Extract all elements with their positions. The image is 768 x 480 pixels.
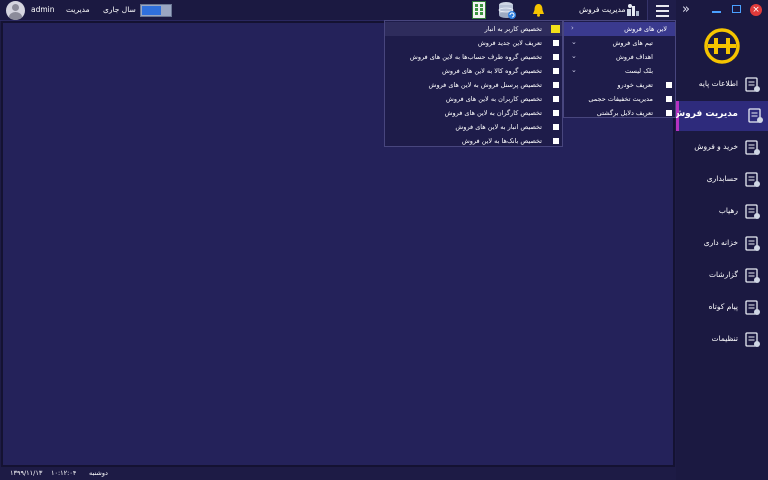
menu-item-1[interactable]: تیم های فروش ⌄ — [564, 36, 675, 50]
submenu-item-label: تخصیص کاربر به انبار — [484, 25, 542, 33]
submenu-item-label: تخصیص گروه طرف حساب‌ها به لاین های فروش — [409, 53, 542, 61]
year-label: سال جاری — [103, 5, 136, 14]
sidebar-item-1[interactable]: مدیریت فروش — [672, 101, 768, 131]
sms-icon — [745, 300, 760, 315]
sales-management-icon — [748, 108, 763, 123]
sidebar-item-label: حسابداری — [706, 174, 738, 183]
sidebar-item-6[interactable]: گزارشات — [676, 261, 768, 291]
menu-item-3[interactable]: بلک لیست ⌄ — [564, 64, 675, 78]
submenu-item-5[interactable]: تخصیص کاربران به لاین های فروش — [385, 92, 562, 106]
sidebar-item-label: مدیریت فروش — [672, 109, 738, 119]
module-title: مدیریت فروش — [579, 5, 626, 14]
submenu-item-label: تخصیص گروه کالا به لاین های فروش — [442, 67, 542, 75]
status-bar: ۱۳۹۹/۱۱/۱۳ ۱۰:۱۲:۰۴ دوشنبه — [0, 467, 676, 480]
tracker-icon — [745, 204, 760, 219]
user-role: مدیریت — [66, 5, 90, 14]
bullet-icon — [666, 110, 672, 116]
sidebar-item-3[interactable]: حسابداری — [676, 165, 768, 195]
submenu-item-3[interactable]: تخصیص گروه کالا به لاین های فروش — [385, 64, 562, 78]
collapse-sidebar-icon[interactable]: » — [682, 2, 696, 18]
selected-checkbox-icon[interactable] — [551, 25, 560, 33]
sidebar-item-label: گزارشات — [708, 270, 738, 279]
sidebar-item-label: اطلاعات پایه — [698, 79, 738, 88]
submenu-item-7[interactable]: تخصیص انبار به لاین های فروش — [385, 120, 562, 134]
close-icon[interactable]: × — [750, 4, 762, 16]
buy-sell-icon — [745, 140, 760, 155]
checkbox-icon[interactable] — [553, 40, 559, 46]
year-indicator[interactable] — [140, 4, 172, 17]
menu-item-label: اهداف فروش — [615, 53, 653, 61]
status-time: ۱۰:۱۲:۰۴ — [51, 469, 77, 477]
submenu-item-4[interactable]: تخصیص پرسنل فروش به لاین های فروش — [385, 78, 562, 92]
maximize-icon[interactable] — [732, 5, 741, 13]
checkbox-icon[interactable] — [553, 68, 559, 74]
sidebar-item-label: رهیاب — [718, 206, 738, 215]
sidebar-item-label: خزانه داری — [703, 238, 738, 247]
chevron-down-icon: ⌄ — [571, 66, 577, 74]
menu-toggle-button[interactable] — [647, 0, 676, 21]
submenu-item-label: تخصیص کارگران به لاین های فروش — [444, 109, 542, 117]
sidebar-item-label: خرید و فروش — [694, 142, 738, 151]
submenu-item-label: تعریف لاین جدید فروش — [477, 39, 542, 47]
chevron-down-icon: ⌄ — [571, 38, 577, 46]
sales-lines-submenu: تخصیص کاربر به انبار تعریف لاین جدید فروش… — [384, 20, 563, 147]
settings-icon — [745, 332, 760, 347]
checkbox-icon[interactable] — [553, 54, 559, 60]
submenu-item-label: تخصیص پرسنل فروش به لاین های فروش — [428, 81, 542, 89]
submenu-item-label: تخصیص کاربران به لاین های فروش — [445, 95, 542, 103]
sales-module-icon — [627, 4, 639, 16]
chevron-down-icon: ⌄ — [571, 52, 577, 60]
checkbox-icon[interactable] — [553, 82, 559, 88]
bullet-icon — [666, 96, 672, 102]
user-name[interactable]: admin — [31, 5, 55, 14]
submenu-item-8[interactable]: تخصیص بانک‌ها به لاین فروش — [385, 134, 562, 148]
status-date: ۱۳۹۹/۱۱/۱۳ — [10, 469, 43, 477]
sidebar-item-label: تنظیمات — [711, 334, 738, 343]
status-weekday: دوشنبه — [89, 469, 108, 477]
chevron-right-icon: › — [571, 24, 574, 32]
sidebar-item-4[interactable]: رهیاب — [676, 197, 768, 227]
basic-info-icon — [745, 77, 760, 92]
menu-item-label: مدیریت تخفیفات حجمی — [588, 95, 653, 103]
menu-item-label: تعریف دلایل برگشتی — [596, 109, 653, 117]
sidebar-item-7[interactable]: پیام کوتاه — [676, 293, 768, 323]
bullet-icon — [666, 82, 672, 88]
menu-item-label: تیم های فروش — [612, 39, 654, 47]
submenu-item-label: تخصیص بانک‌ها به لاین فروش — [461, 137, 542, 145]
menu-item-6[interactable]: تعریف دلایل برگشتی — [564, 106, 675, 120]
menu-item-label: تعریف خودرو — [617, 81, 653, 89]
sidebar-item-label: پیام کوتاه — [708, 302, 738, 311]
menu-item-label: بلک لیست — [625, 67, 653, 75]
treasury-icon — [745, 236, 760, 251]
company-logo — [704, 28, 740, 64]
sidebar-item-8[interactable]: تنظیمات — [676, 325, 768, 355]
checkbox-icon[interactable] — [553, 138, 559, 144]
accounting-icon — [745, 172, 760, 187]
checkbox-icon[interactable] — [553, 96, 559, 102]
submenu-item-2[interactable]: تخصیص گروه طرف حساب‌ها به لاین های فروش — [385, 50, 562, 64]
checkbox-icon[interactable] — [553, 124, 559, 130]
sales-management-menu: لاین های فروش › تیم های فروش ⌄ اهداف فروش ⌄ بل… — [563, 20, 676, 118]
notification-bell-icon[interactable] — [532, 3, 545, 17]
top-bar: admin مدیریت سال جاری مدیریت فروش — [0, 0, 768, 21]
menu-item-5[interactable]: مدیریت تخفیفات حجمی — [564, 92, 675, 106]
sidebar-item-0[interactable]: اطلاعات پایه — [676, 70, 768, 100]
menu-item-label: لاین های فروش — [624, 25, 667, 33]
sidebar-item-5[interactable]: خزانه داری — [676, 229, 768, 259]
menu-item-4[interactable]: تعریف خودرو — [564, 78, 675, 92]
user-avatar[interactable] — [6, 1, 25, 20]
reports-icon — [745, 268, 760, 283]
menu-item-2[interactable]: اهداف فروش ⌄ — [564, 50, 675, 64]
submenu-item-0[interactable]: تخصیص کاربر به انبار — [385, 22, 562, 36]
minimize-icon[interactable] — [712, 11, 721, 13]
submenu-item-1[interactable]: تعریف لاین جدید فروش — [385, 36, 562, 50]
submenu-item-6[interactable]: تخصیص کارگران به لاین های فروش — [385, 106, 562, 120]
hamburger-icon — [656, 5, 669, 7]
sidebar-item-2[interactable]: خرید و فروش — [676, 133, 768, 163]
calculator-icon[interactable] — [472, 1, 486, 19]
menu-item-0[interactable]: لاین های فروش › — [564, 22, 675, 36]
checkbox-icon[interactable] — [553, 110, 559, 116]
database-sync-icon[interactable] — [497, 1, 517, 20]
submenu-item-label: تخصیص انبار به لاین های فروش — [455, 123, 542, 131]
